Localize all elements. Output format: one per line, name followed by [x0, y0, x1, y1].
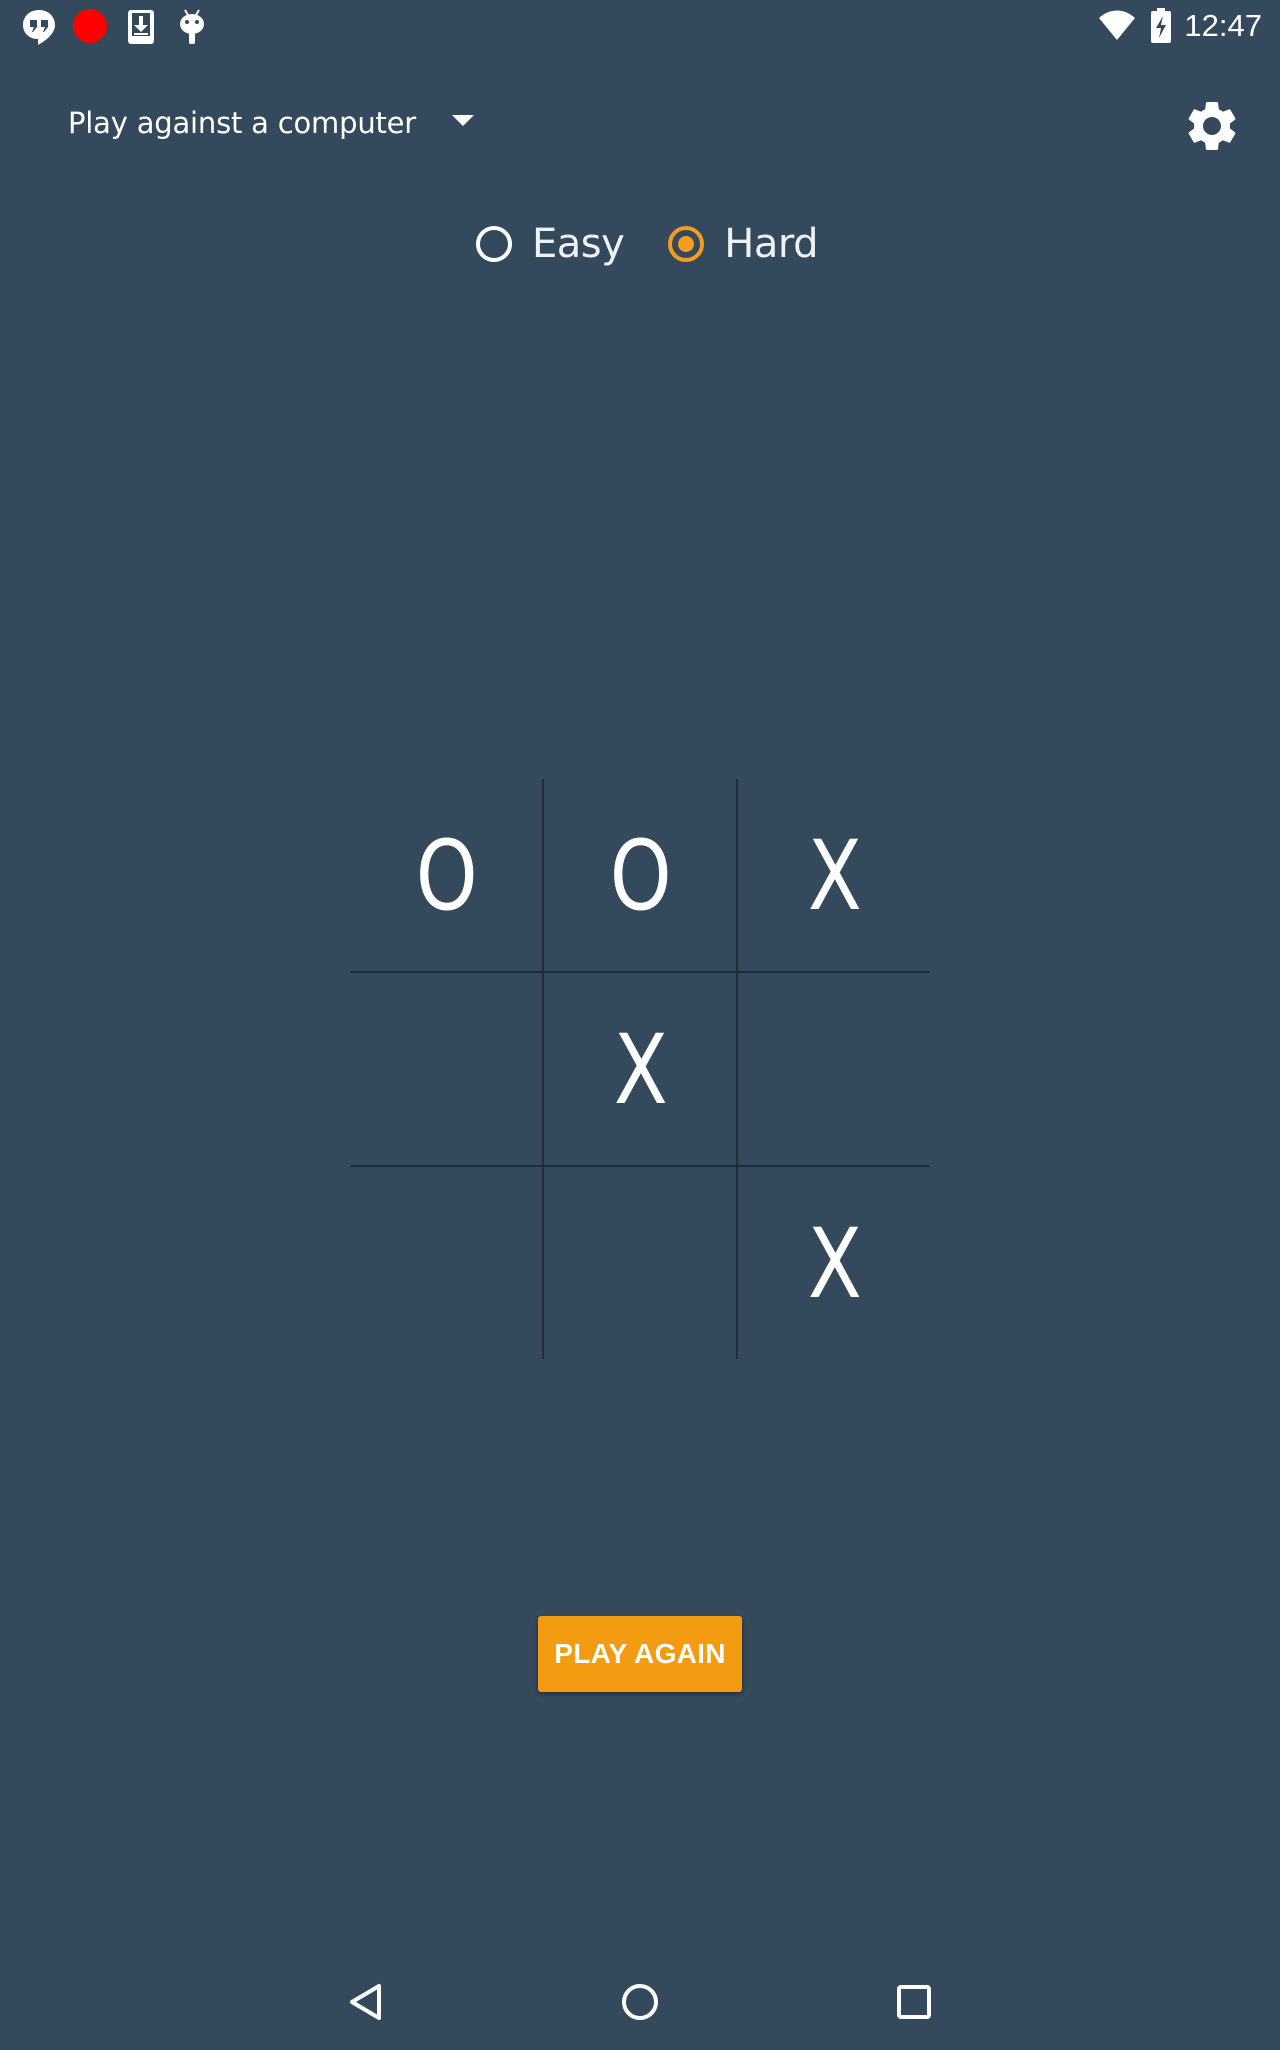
recents-icon: [897, 1985, 931, 2019]
status-bar: 12:47: [0, 0, 1280, 54]
board-cell-r1c2[interactable]: O: [544, 779, 737, 972]
android-debug-icon: [180, 9, 204, 44]
cell-mark: X: [807, 1207, 862, 1320]
record-icon: [73, 9, 107, 43]
download-icon: [128, 10, 154, 44]
board-cell-r1c3[interactable]: X: [738, 779, 931, 972]
back-icon: [350, 1984, 381, 2020]
dropdown-arrow-icon: [452, 114, 475, 126]
back-button[interactable]: [336, 1972, 396, 2032]
board-cell-r2c3[interactable]: [738, 973, 931, 1166]
home-icon: [622, 1984, 658, 2020]
board-cell-r3c1[interactable]: [350, 1167, 543, 1360]
board-cell-r3c2[interactable]: [544, 1167, 737, 1360]
settings-button[interactable]: [1182, 96, 1242, 156]
navigation-bar: [0, 1958, 1280, 2048]
cell-mark: X: [613, 1013, 668, 1126]
cell-mark: O: [609, 819, 672, 932]
game-mode-label: Play against a computer: [68, 106, 417, 140]
radio-easy-label: Easy: [532, 221, 625, 267]
hangouts-icon: [23, 10, 55, 45]
play-again-button[interactable]: PLAY AGAIN: [538, 1616, 742, 1692]
cell-mark: X: [807, 819, 862, 932]
home-button[interactable]: [610, 1972, 670, 2032]
cell-mark: O: [415, 819, 478, 932]
radio-hard-label: Hard: [724, 221, 819, 267]
board-cell-r2c2[interactable]: X: [544, 973, 737, 1166]
game-board: O O X X X: [350, 779, 930, 1359]
recents-button[interactable]: [884, 1972, 944, 2032]
battery-charging-icon: [1151, 8, 1171, 43]
radio-hard[interactable]: Hard: [668, 221, 819, 267]
difficulty-radio-group: Easy Hard: [476, 214, 819, 274]
radio-easy-indicator: [476, 226, 512, 262]
board-cell-r1c1[interactable]: O: [350, 779, 543, 972]
board-cell-r3c3[interactable]: X: [738, 1167, 931, 1360]
gear-icon: [1188, 101, 1236, 150]
wifi-icon: [1099, 10, 1135, 40]
radio-easy[interactable]: Easy: [476, 221, 625, 267]
game-mode-dropdown[interactable]: Play against a computer: [68, 96, 475, 150]
radio-hard-indicator: [668, 226, 705, 262]
board-cell-r2c1[interactable]: [350, 973, 543, 1166]
clock: 12:47: [1184, 8, 1262, 43]
